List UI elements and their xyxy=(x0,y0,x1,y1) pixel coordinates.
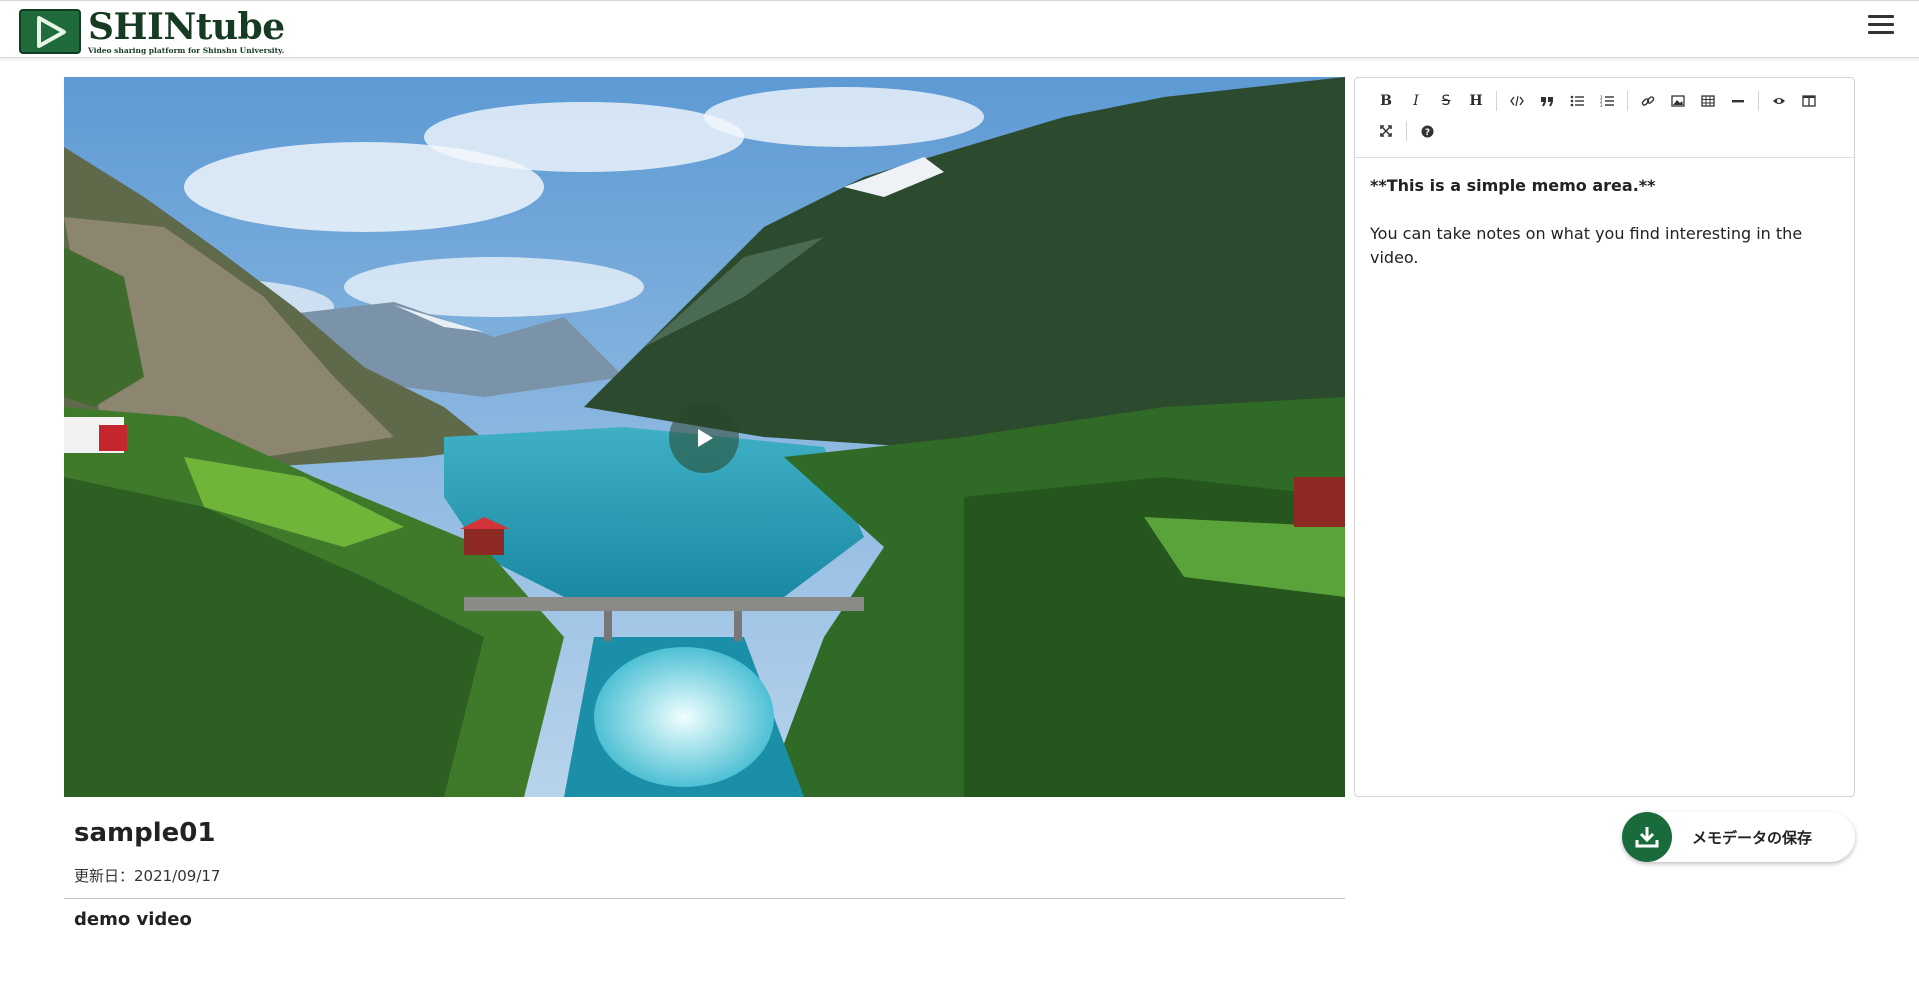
memo-line-2: You can take notes on what you find inte… xyxy=(1370,224,1803,267)
memo-editor: B I S H 123 ? **This is a simple memo ar… xyxy=(1354,77,1855,797)
italic-icon[interactable]: I xyxy=(1401,88,1431,114)
save-memo-button[interactable]: メモデータの保存 xyxy=(1622,812,1855,862)
table-icon[interactable] xyxy=(1693,88,1723,114)
quote-icon[interactable] xyxy=(1532,88,1562,114)
logo-title: SHINtube xyxy=(88,6,285,48)
strikethrough-icon[interactable]: S xyxy=(1431,88,1461,114)
editor-toolbar: B I S H 123 ? xyxy=(1355,78,1854,158)
logo-play-icon xyxy=(19,9,81,54)
header: SHINtube Video sharing platform for Shin… xyxy=(0,0,1919,58)
fullscreen-icon[interactable] xyxy=(1371,118,1401,144)
logo-subtitle: Video sharing platform for Shinshu Unive… xyxy=(88,46,285,55)
hamburger-menu-icon[interactable] xyxy=(1868,15,1894,41)
unordered-list-icon[interactable] xyxy=(1562,88,1592,114)
bold-icon[interactable]: B xyxy=(1371,88,1401,114)
save-memo-label: メモデータの保存 xyxy=(1692,828,1813,847)
video-title: sample01 xyxy=(74,818,216,848)
play-icon xyxy=(698,429,713,447)
code-icon[interactable] xyxy=(1502,88,1532,114)
ordered-list-icon[interactable]: 123 xyxy=(1592,88,1622,114)
divider xyxy=(64,898,1345,899)
link-icon[interactable] xyxy=(1633,88,1663,114)
image-icon[interactable] xyxy=(1663,88,1693,114)
svg-text:3: 3 xyxy=(1600,103,1603,107)
svg-text:?: ? xyxy=(1424,128,1429,138)
video-description: demo video xyxy=(74,909,192,930)
horizontal-rule-icon[interactable] xyxy=(1723,88,1753,114)
updated-date: 更新日：2021/09/17 xyxy=(74,867,221,885)
memo-line-1: **This is a simple memo area.** xyxy=(1370,176,1656,195)
logo[interactable]: SHINtube Video sharing platform for Shin… xyxy=(19,9,285,55)
eye-icon[interactable] xyxy=(1764,88,1794,114)
columns-icon[interactable] xyxy=(1794,88,1824,114)
memo-textarea[interactable]: **This is a simple memo area.** You can … xyxy=(1355,158,1854,310)
download-icon xyxy=(1622,812,1672,862)
play-button[interactable] xyxy=(669,403,739,473)
question-icon[interactable]: ? xyxy=(1412,118,1442,144)
video-player[interactable] xyxy=(64,77,1345,797)
heading-icon[interactable]: H xyxy=(1461,88,1491,114)
